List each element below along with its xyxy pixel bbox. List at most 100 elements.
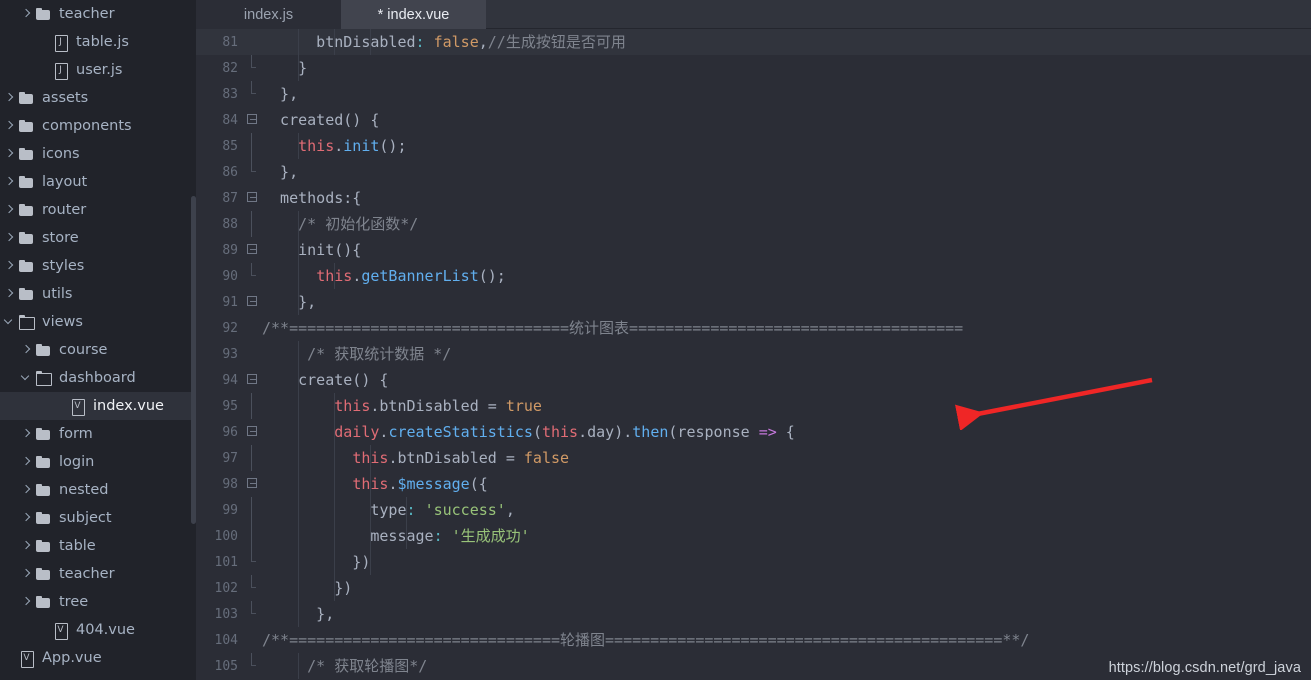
code-line[interactable]: 94 create() { bbox=[196, 367, 1311, 393]
editor-pane: index.js * index.vue 81 btnDisabled: fals… bbox=[196, 0, 1311, 680]
tree-item-user-js[interactable]: user.js bbox=[0, 56, 196, 84]
tree-item-404-vue[interactable]: 404.vue bbox=[0, 616, 196, 644]
chevron-right-icon[interactable] bbox=[21, 513, 32, 524]
code-line[interactable]: 91 }, bbox=[196, 289, 1311, 315]
chevron-right-icon[interactable] bbox=[21, 429, 32, 440]
code-line[interactable]: 98 this.$message({ bbox=[196, 471, 1311, 497]
code-line[interactable]: 82 } bbox=[196, 55, 1311, 81]
chevron-right-icon[interactable] bbox=[21, 485, 32, 496]
fold-toggle-icon[interactable] bbox=[244, 367, 262, 393]
tree-item-components[interactable]: components bbox=[0, 112, 196, 140]
tree-item-views[interactable]: views bbox=[0, 308, 196, 336]
code-line[interactable]: 84 created() { bbox=[196, 107, 1311, 133]
code-editor-content[interactable]: 81 btnDisabled: false,//生成按钮是否可用 82 } 83 }… bbox=[196, 29, 1311, 680]
vue-file-icon bbox=[18, 650, 35, 668]
tree-item-table[interactable]: table bbox=[0, 532, 196, 560]
code-line[interactable]: 96 daily.createStatistics(this.day).then… bbox=[196, 419, 1311, 445]
chevron-right-icon[interactable] bbox=[21, 597, 32, 608]
code-line[interactable]: 92 /**===============================统计图表… bbox=[196, 315, 1311, 341]
chevron-right-icon[interactable] bbox=[21, 569, 32, 580]
tree-item-table-js[interactable]: table.js bbox=[0, 28, 196, 56]
folder-icon bbox=[18, 231, 35, 246]
code-line[interactable]: 86 }, bbox=[196, 159, 1311, 185]
tree-item-subject[interactable]: subject bbox=[0, 504, 196, 532]
chevron-down-icon[interactable] bbox=[21, 373, 32, 384]
code-line-text: /* 初始化函数*/ bbox=[262, 211, 1311, 237]
code-line-text: /* 获取统计数据 */ bbox=[262, 341, 1311, 367]
code-line[interactable]: 103 }, bbox=[196, 601, 1311, 627]
tree-item-layout[interactable]: layout bbox=[0, 168, 196, 196]
chevron-right-icon[interactable] bbox=[21, 345, 32, 356]
tree-item-tree[interactable]: tree bbox=[0, 588, 196, 616]
code-line[interactable]: 90 this.getBannerList(); bbox=[196, 263, 1311, 289]
tree-item-dashboard[interactable]: dashboard bbox=[0, 364, 196, 392]
code-token: (response bbox=[668, 423, 759, 441]
editor-tab-bar[interactable]: index.js * index.vue bbox=[196, 0, 1311, 29]
chevron-right-icon[interactable] bbox=[21, 457, 32, 468]
tree-item-label: teacher bbox=[59, 566, 115, 582]
editor-tab-indexvue[interactable]: * index.vue bbox=[341, 0, 486, 29]
tree-item-index-vue[interactable]: index.vue bbox=[0, 392, 196, 420]
tree-item-icons[interactable]: icons bbox=[0, 140, 196, 168]
fold-toggle-icon[interactable] bbox=[244, 107, 262, 133]
tree-item-app-vue[interactable]: App.vue bbox=[0, 644, 196, 672]
tree-item-utils[interactable]: utils bbox=[0, 280, 196, 308]
tree-item-styles[interactable]: styles bbox=[0, 252, 196, 280]
project-file-tree[interactable]: teacher table.js user.js assets components ic… bbox=[0, 0, 196, 680]
code-line[interactable]: 97 this.btnDisabled = false bbox=[196, 445, 1311, 471]
chevron-right-icon[interactable] bbox=[4, 149, 15, 160]
code-token: createStatistics bbox=[388, 423, 533, 441]
code-line[interactable]: 85 this.init(); bbox=[196, 133, 1311, 159]
tree-item-form[interactable]: form bbox=[0, 420, 196, 448]
code-line[interactable]: 93 /* 获取统计数据 */ bbox=[196, 341, 1311, 367]
tree-item-nested[interactable]: nested bbox=[0, 476, 196, 504]
fold-toggle-icon[interactable] bbox=[244, 289, 262, 315]
tree-item-assets[interactable]: assets bbox=[0, 84, 196, 112]
chevron-right-icon[interactable] bbox=[4, 289, 15, 300]
chevron-right-icon[interactable] bbox=[4, 205, 15, 216]
chevron-right-icon[interactable] bbox=[4, 261, 15, 272]
tree-item-teacher[interactable]: teacher bbox=[0, 0, 196, 28]
code-line[interactable]: 101 }) bbox=[196, 549, 1311, 575]
code-token: (); bbox=[379, 137, 407, 155]
fold-toggle-icon[interactable] bbox=[244, 419, 262, 445]
code-line[interactable]: 88 /* 初始化函数*/ bbox=[196, 211, 1311, 237]
chevron-right-icon[interactable] bbox=[4, 121, 15, 132]
code-line[interactable]: 95 this.btnDisabled = true bbox=[196, 393, 1311, 419]
chevron-right-icon[interactable] bbox=[4, 93, 15, 104]
code-line[interactable]: 102 }) bbox=[196, 575, 1311, 601]
code-line[interactable]: 104 /**==============================轮播图=… bbox=[196, 627, 1311, 653]
code-line[interactable]: 83 }, bbox=[196, 81, 1311, 107]
tree-item-course[interactable]: course bbox=[0, 336, 196, 364]
code-line[interactable]: 87 methods:{ bbox=[196, 185, 1311, 211]
code-token: $message bbox=[397, 475, 470, 493]
tree-item-store[interactable]: store bbox=[0, 224, 196, 252]
fold-toggle-icon[interactable] bbox=[244, 471, 262, 497]
chevron-right-icon[interactable] bbox=[4, 177, 15, 188]
folder-icon bbox=[18, 203, 35, 218]
code-token: .day). bbox=[578, 423, 633, 441]
chevron-down-icon[interactable] bbox=[4, 317, 15, 328]
chevron-right-icon[interactable] bbox=[21, 9, 32, 20]
chevron-right-icon[interactable] bbox=[4, 233, 15, 244]
code-token: '生成成功' bbox=[451, 527, 530, 545]
code-line-text: /**===============================统计图表==… bbox=[262, 315, 1311, 341]
code-line-text: this.getBannerList(); bbox=[262, 263, 1311, 289]
code-line[interactable]: 100 message: '生成成功' bbox=[196, 523, 1311, 549]
editor-tab-indexjs[interactable]: index.js bbox=[196, 0, 341, 29]
tabs-container[interactable]: index.js * index.vue bbox=[196, 0, 486, 29]
file-tree-list[interactable]: teacher table.js user.js assets components ic… bbox=[0, 0, 196, 672]
tree-item-teacher[interactable]: teacher bbox=[0, 560, 196, 588]
tree-item-router[interactable]: router bbox=[0, 196, 196, 224]
tree-item-login[interactable]: login bbox=[0, 448, 196, 476]
fold-toggle-icon[interactable] bbox=[244, 237, 262, 263]
code-line[interactable]: 89 init(){ bbox=[196, 237, 1311, 263]
code-token: .btnDisabled bbox=[370, 397, 488, 415]
fold-toggle-icon[interactable] bbox=[244, 185, 262, 211]
code-line[interactable]: 99 type: 'success', bbox=[196, 497, 1311, 523]
code-token: /**===============================统计图表==… bbox=[262, 319, 964, 337]
code-line[interactable]: 81 btnDisabled: false,//生成按钮是否可用 bbox=[196, 29, 1311, 55]
chevron-right-icon[interactable] bbox=[21, 541, 32, 552]
